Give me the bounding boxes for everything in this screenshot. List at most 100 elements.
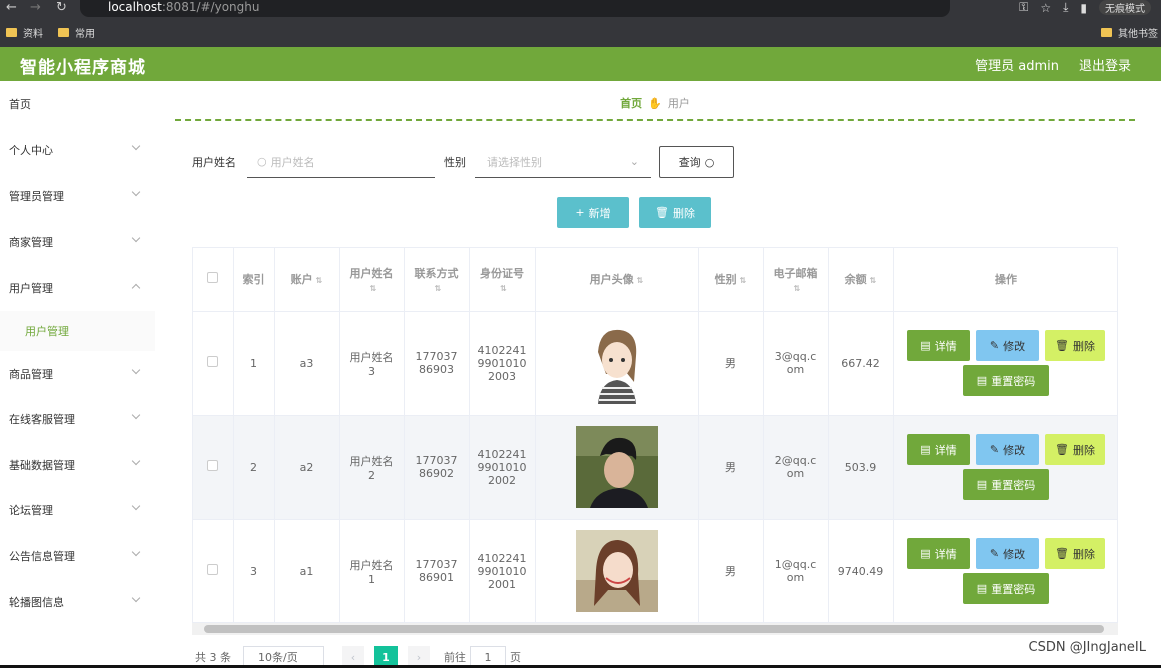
download-icon[interactable]: ⤓ [1063, 0, 1068, 15]
sort-icon[interactable]: ⇅ [370, 284, 377, 293]
pencil-icon: ✎ [989, 443, 1000, 456]
avatar [575, 530, 658, 612]
cell-balance: 667.42 [828, 311, 894, 416]
sort-icon[interactable]: ⇅ [794, 284, 801, 293]
sort-icon[interactable]: ⇅ [500, 284, 507, 293]
edit-button[interactable]: ✎ 修改 [976, 434, 1039, 465]
chevron-up-icon [131, 283, 141, 293]
sidebar-item-home[interactable]: 首页 [0, 81, 155, 127]
user-table: 索引 账户 ⇅ 用户姓名 ⇅ 联系方式 ⇅ 身份证号 ⇅ 用户头像 ⇅ 性别 ⇅ 电子邮箱 ⇅… [192, 247, 1118, 623]
name-search-input[interactable]: ○ 用户姓名 [247, 146, 435, 178]
scrollbar-thumb[interactable] [204, 625, 1104, 633]
sort-icon[interactable]: ⇅ [435, 284, 442, 293]
sidepanel-icon[interactable]: ▮ [1080, 1, 1087, 15]
col-index: 索引 [233, 248, 275, 312]
col-account[interactable]: 账户 ⇅ [274, 248, 340, 312]
cell-account: a2 [274, 415, 340, 520]
bookmark-ziliao[interactable]: 资料 [6, 20, 43, 44]
url-host: localhost [108, 0, 162, 14]
reload-icon[interactable]: ↻ [56, 0, 67, 17]
breadcrumb-current: 用户 [667, 97, 690, 110]
address-bar[interactable]: localhost:8081/#/yonghu [80, 0, 950, 17]
search-icon: ○ [257, 155, 267, 168]
cell-email: 3@qq.com [763, 311, 829, 416]
col-avatar[interactable]: 用户头像 ⇅ [535, 248, 699, 312]
cell-phone: 17703786903 [404, 311, 470, 416]
name-label: 用户姓名 [192, 156, 236, 169]
back-icon[interactable]: ← [6, 0, 17, 17]
query-button[interactable]: 查询 ○ [659, 146, 734, 178]
cell-avatar [535, 311, 699, 416]
col-gender[interactable]: 性别 ⇅ [698, 248, 764, 312]
sidebar-item-merchant[interactable]: 商家管理 [0, 219, 155, 265]
horizontal-scrollbar[interactable] [192, 623, 1118, 635]
batch-delete-button[interactable]: 🗑 删除 [639, 197, 711, 228]
sidebar-item-service[interactable]: 在线客服管理 [0, 396, 155, 442]
row-checkbox[interactable] [207, 356, 219, 367]
col-balance[interactable]: 余额 ⇅ [828, 248, 894, 312]
page-label: 页 [510, 651, 521, 664]
table-header-row: 索引 账户 ⇅ 用户姓名 ⇅ 联系方式 ⇅ 身份证号 ⇅ 用户头像 ⇅ 性别 ⇅ 电子邮箱 ⇅… [193, 248, 1117, 312]
incognito-badge[interactable]: 无痕模式 [1099, 0, 1151, 15]
sidebar-item-carousel[interactable]: 轮播图信息 [0, 579, 155, 625]
cell-idcard: 410224199010102003 [469, 311, 536, 416]
sort-icon[interactable]: ⇅ [316, 276, 323, 285]
cell-idcard: 410224199010102001 [469, 519, 536, 622]
pencil-icon: ✎ [989, 339, 1000, 352]
star-icon[interactable]: ☆ [1040, 1, 1051, 15]
cell-phone: 17703786901 [404, 519, 470, 622]
delete-button[interactable]: 🗑 删除 [1045, 538, 1105, 569]
forward-icon[interactable]: → [30, 0, 41, 17]
cell-email: 1@qq.com [763, 519, 829, 622]
col-phone[interactable]: 联系方式 ⇅ [404, 248, 470, 312]
sidebar-item-admin[interactable]: 管理员管理 [0, 173, 155, 219]
chevron-down-icon [131, 456, 141, 466]
reset-password-button[interactable]: ▤ 重置密码 [963, 365, 1049, 396]
sort-icon[interactable]: ⇅ [740, 276, 747, 285]
row-checkbox[interactable] [207, 460, 219, 471]
search-icon: ○ [704, 155, 715, 169]
chevron-down-icon [131, 547, 141, 557]
select-all-checkbox[interactable] [207, 272, 219, 284]
sort-icon[interactable]: ⇅ [637, 276, 644, 285]
app-header: 智能小程序商城 管理员 admin 退出登录 [0, 47, 1161, 81]
col-email[interactable]: 电子邮箱 ⇅ [763, 248, 829, 312]
add-button[interactable]: + 新增 [557, 197, 629, 228]
cell-index: 1 [233, 311, 275, 416]
row-checkbox[interactable] [207, 564, 219, 575]
edit-button[interactable]: ✎ 修改 [976, 330, 1039, 361]
detail-button[interactable]: ▤ 详情 [907, 330, 970, 361]
sidebar-item-notice[interactable]: 公告信息管理 [0, 533, 155, 579]
sidebar-item-goods[interactable]: 商品管理 [0, 351, 155, 397]
sidebar-item-basedata[interactable]: 基础数据管理 [0, 442, 155, 488]
delete-button[interactable]: 🗑 删除 [1045, 434, 1105, 465]
sidebar-subitem-users[interactable]: 用户管理 [0, 311, 155, 351]
bookmark-changyong[interactable]: 常用 [58, 20, 95, 44]
gender-select[interactable]: 请选择性别 ⌄ [475, 146, 651, 178]
col-name[interactable]: 用户姓名 ⇅ [339, 248, 405, 312]
key-icon[interactable]: ⚿ [1019, 0, 1028, 15]
cell-index: 2 [233, 415, 275, 520]
sidebar-item-forum[interactable]: 论坛管理 [0, 487, 155, 533]
breadcrumb-home[interactable]: 首页 [620, 97, 642, 110]
detail-button[interactable]: ▤ 详情 [907, 538, 970, 569]
edit-button[interactable]: ✎ 修改 [976, 538, 1039, 569]
url-path: :8081/#/yonghu [161, 0, 260, 14]
cell-actions: ▤ 详情 ✎ 修改 🗑 删除 ▤ 重置密码 [893, 415, 1117, 520]
chevron-down-icon: ⌄ [629, 155, 639, 168]
chevron-down-icon [131, 501, 141, 511]
plus-icon: + [575, 206, 585, 219]
sidebar-item-users[interactable]: 用户管理 [0, 265, 155, 311]
reset-password-button[interactable]: ▤ 重置密码 [963, 469, 1049, 500]
sort-icon[interactable]: ⇅ [870, 276, 877, 285]
bookmark-other[interactable]: 其他书签 [1101, 20, 1158, 44]
cell-phone: 17703786902 [404, 415, 470, 520]
chevron-down-icon [131, 187, 141, 197]
logout-link[interactable]: 退出登录 [1079, 55, 1131, 74]
trash-icon: 🗑 [1055, 443, 1069, 456]
delete-button[interactable]: 🗑 删除 [1045, 330, 1105, 361]
col-idcard[interactable]: 身份证号 ⇅ [469, 248, 536, 312]
reset-password-button[interactable]: ▤ 重置密码 [963, 573, 1049, 604]
detail-button[interactable]: ▤ 详情 [907, 434, 970, 465]
sidebar-item-profile[interactable]: 个人中心 [0, 127, 155, 173]
